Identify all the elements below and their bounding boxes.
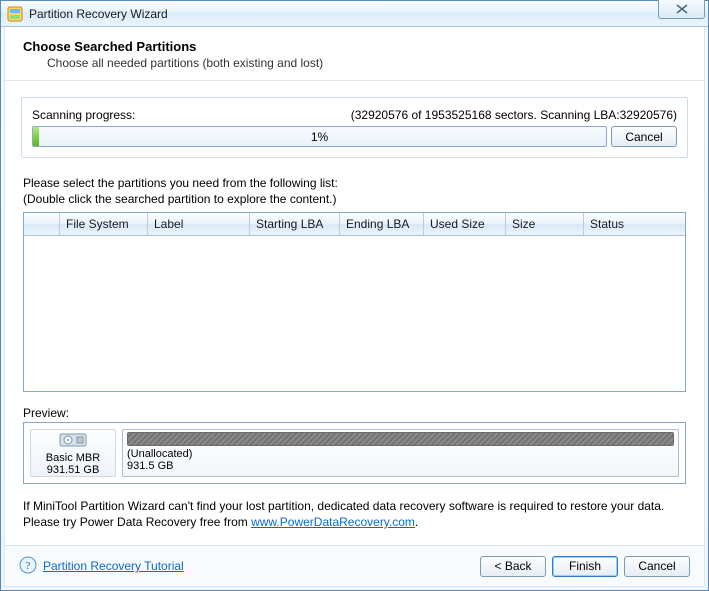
app-icon (7, 6, 23, 22)
col-checkbox[interactable] (24, 213, 60, 235)
col-status[interactable]: Status (584, 213, 685, 235)
page-subtitle: Choose all needed partitions (both exist… (47, 56, 686, 70)
col-filesystem[interactable]: File System (60, 213, 148, 235)
titlebar: Partition Recovery Wizard (1, 1, 708, 27)
progress-bar: 1% (32, 126, 607, 147)
svg-text:?: ? (26, 560, 31, 572)
col-label[interactable]: Label (148, 213, 250, 235)
scan-cancel-button[interactable]: Cancel (611, 126, 677, 147)
preview-label: Preview: (23, 406, 686, 420)
unallocated-block[interactable]: (Unallocated) 931.5 GB (122, 429, 679, 477)
disk-size: 931.51 GB (47, 464, 100, 476)
tutorial-link[interactable]: Partition Recovery Tutorial (43, 559, 184, 573)
powerdatarecovery-link[interactable]: www.PowerDataRecovery.com (251, 515, 415, 529)
window-title: Partition Recovery Wizard (29, 7, 168, 21)
close-button[interactable] (658, 0, 705, 19)
col-used-size[interactable]: Used Size (424, 213, 506, 235)
scan-label: Scanning progress: (32, 108, 135, 122)
heading: Choose Searched Partitions Choose all ne… (5, 27, 704, 81)
disk-name: Basic MBR (46, 452, 100, 464)
scan-panel: Scanning progress: (32920576 of 19535251… (21, 97, 688, 158)
wizard-footer: ? Partition Recovery Tutorial < Back Fin… (5, 545, 704, 586)
unallocated-name: (Unallocated) (127, 448, 674, 460)
page-title: Choose Searched Partitions (23, 39, 686, 54)
help-icon: ? (19, 556, 37, 577)
scan-status: (32920576 of 1953525168 sectors. Scannin… (351, 108, 677, 122)
disk-tile[interactable]: Basic MBR 931.51 GB (30, 429, 116, 477)
recovery-note: If MiniTool Partition Wizard can't find … (23, 498, 686, 530)
wizard-window: Partition Recovery Wizard Choose Searche… (0, 0, 709, 591)
note-text-2: . (415, 515, 418, 529)
col-ending-lba[interactable]: Ending LBA (340, 213, 424, 235)
list-hint-1: Please select the partitions you need fr… (23, 176, 686, 190)
col-size[interactable]: Size (506, 213, 584, 235)
finish-button[interactable]: Finish (552, 556, 618, 577)
cancel-button[interactable]: Cancel (624, 556, 690, 577)
back-button[interactable]: < Back (480, 556, 546, 577)
preview-panel: Basic MBR 931.51 GB (Unallocated) 931.5 … (23, 422, 686, 484)
col-starting-lba[interactable]: Starting LBA (250, 213, 340, 235)
hdd-icon (59, 431, 87, 452)
wizard-body: Choose Searched Partitions Choose all ne… (4, 27, 705, 587)
progress-percent: 1% (33, 127, 606, 146)
unallocated-size: 931.5 GB (127, 460, 674, 472)
table-header: File System Label Starting LBA Ending LB… (24, 213, 685, 236)
list-hint-2: (Double click the searched partition to … (23, 192, 686, 206)
partition-table[interactable]: File System Label Starting LBA Ending LB… (23, 212, 686, 392)
unallocated-bar (127, 432, 674, 446)
